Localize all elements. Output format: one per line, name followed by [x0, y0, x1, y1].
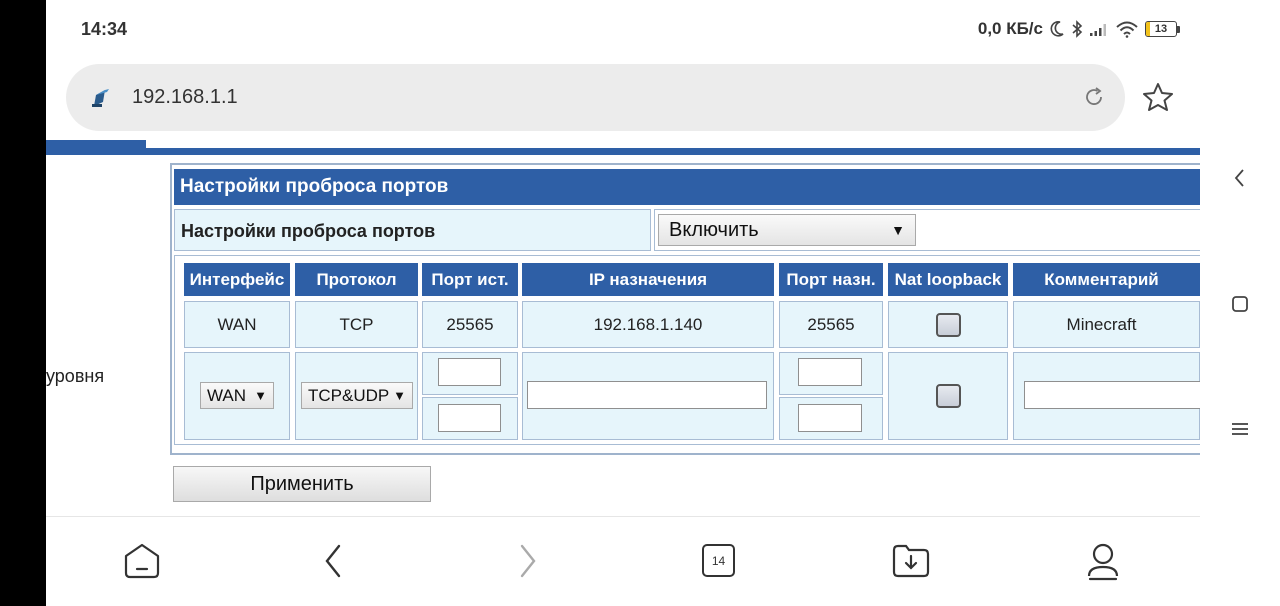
column-header-interface: Интерфейс [184, 263, 290, 296]
battery-icon: 13 [1145, 21, 1180, 37]
table-row-protocol: TCP [295, 301, 418, 348]
tabs-button[interactable]: 14 [702, 544, 735, 577]
table-row-interface: WAN [184, 301, 290, 348]
wifi-icon [1116, 21, 1138, 38]
nat-loopback-checkbox[interactable] [936, 313, 961, 337]
bluetooth-icon [1072, 20, 1083, 38]
comment-input[interactable] [1024, 381, 1200, 409]
dest-port-from-input[interactable] [798, 358, 862, 386]
system-home-icon[interactable] [1229, 293, 1251, 315]
new-rule-protocol-select[interactable]: TCP&UDP ▼ [301, 382, 413, 409]
table-row-src-port: 25565 [422, 301, 518, 348]
table-row-comment: Minecraft [1013, 301, 1200, 348]
dropdown-arrow-icon: ▼ [393, 388, 406, 403]
port-forwarding-setting-label: Настройки проброса портов [174, 209, 651, 251]
network-speed: 0,0 КБ/с [977, 19, 1043, 38]
column-header-comment: Комментарий [1013, 263, 1200, 296]
moon-icon [1050, 21, 1064, 37]
home-icon[interactable] [122, 541, 162, 581]
table-row-dest-ip: 192.168.1.140 [522, 301, 774, 348]
new-rule-interface-select[interactable]: WAN ▼ [200, 382, 274, 409]
column-header-protocol: Протокол [295, 263, 418, 296]
address-bar[interactable]: 192.168.1.1 [66, 64, 1125, 131]
system-back-icon[interactable] [1229, 167, 1251, 189]
screen-edge [0, 0, 46, 606]
sidebar-item-label[interactable]: уровня [46, 366, 104, 387]
status-time: 14:34 [81, 19, 128, 39]
dest-ip-input[interactable] [527, 381, 767, 409]
port-forwarding-enable-select[interactable]: Включить ▼ [658, 214, 916, 246]
back-icon[interactable] [318, 541, 348, 581]
column-header-dest-ip: IP назначения [522, 263, 774, 296]
site-icon [92, 89, 109, 107]
star-icon[interactable] [1142, 82, 1174, 112]
column-header-nat-loopback: Nat loopback [888, 263, 1008, 296]
table-row-dest-port: 25565 [779, 301, 883, 348]
column-header-src-port: Порт ист. [422, 263, 518, 296]
system-menu-icon[interactable] [1229, 418, 1251, 440]
protocol-select-value: TCP&UDP [308, 385, 390, 405]
section-title: Настройки проброса портов [174, 169, 1200, 205]
page-top-bar [46, 148, 1200, 155]
src-port-to-input[interactable] [438, 404, 501, 432]
battery-level: 13 [1154, 23, 1168, 35]
reload-icon[interactable] [1081, 84, 1107, 110]
profile-icon[interactable] [1084, 541, 1122, 581]
enable-select-value: Включить [669, 218, 759, 241]
src-port-from-input[interactable] [438, 358, 501, 386]
status-icons: 0,0 КБ/с 13 [978, 19, 1180, 39]
apply-button[interactable]: Применить [173, 466, 431, 502]
signal-icon [1090, 24, 1106, 36]
downloads-icon[interactable] [891, 541, 931, 581]
dropdown-arrow-icon: ▼ [254, 388, 267, 403]
column-header-dest-port: Порт назн. [779, 263, 883, 296]
new-rule-nat-loopback-checkbox[interactable] [936, 384, 961, 408]
bottom-nav-divider [46, 516, 1200, 517]
interface-select-value: WAN [207, 385, 247, 405]
url-text: 192.168.1.1 [132, 86, 238, 108]
dest-port-to-input[interactable] [798, 404, 862, 432]
forward-icon[interactable] [513, 541, 543, 581]
dropdown-arrow-icon: ▼ [891, 222, 905, 238]
